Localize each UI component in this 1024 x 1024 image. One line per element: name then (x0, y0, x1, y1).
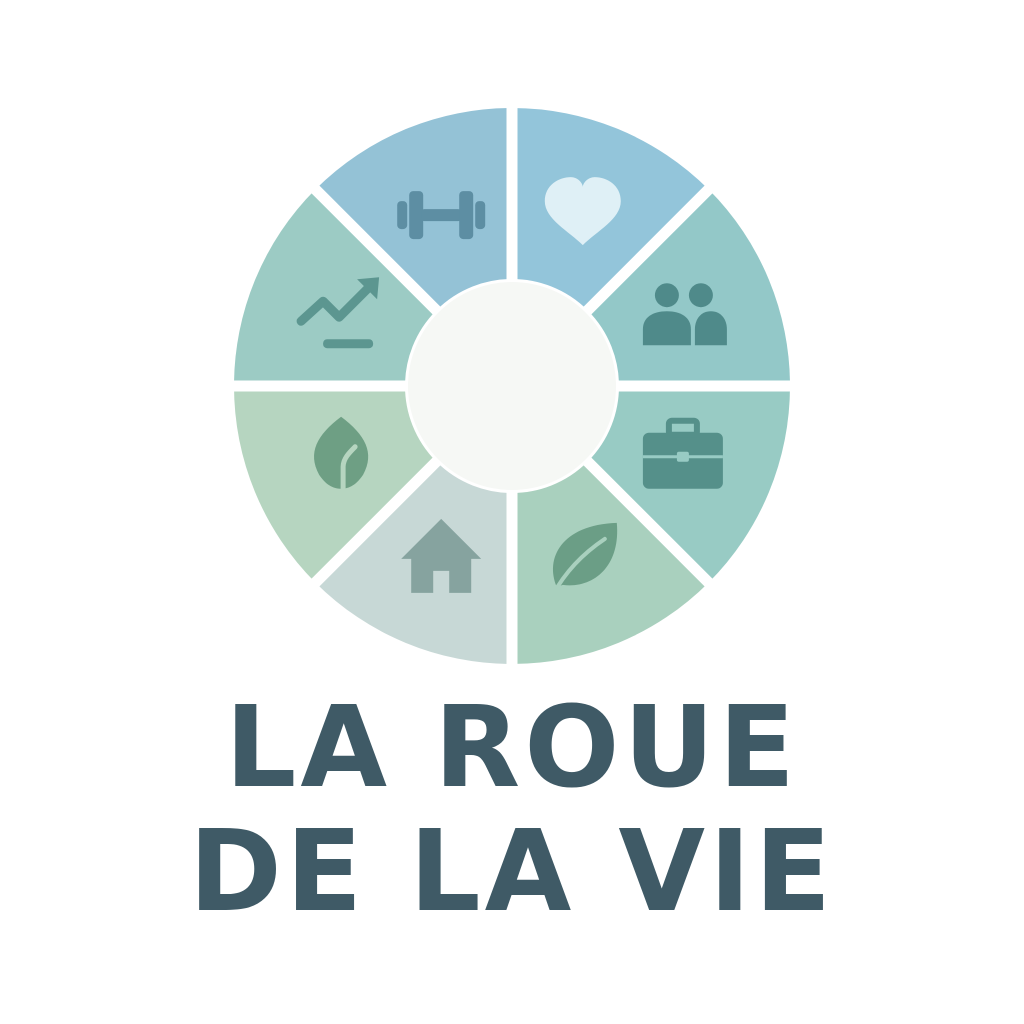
life-wheel (228, 102, 796, 670)
logo-title-line-2: DE LA VIE (188, 807, 836, 937)
logo-title-line-1: LA ROUE (225, 683, 799, 813)
logo: LA ROUE DE LA VIE (0, 0, 1024, 1024)
wheel-center (408, 282, 616, 490)
